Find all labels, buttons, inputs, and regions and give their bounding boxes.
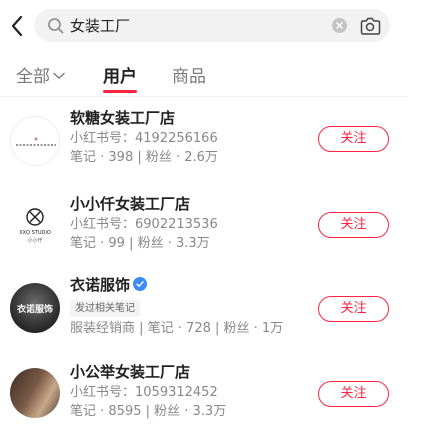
user-result-row[interactable]: 小公举女装工厂店 小红书号：1059312452 笔记 · 8595 | 粉丝 …	[0, 360, 424, 436]
divider	[0, 96, 408, 97]
user-stats: 笔记 · 8595 | 粉丝 · 3.3万	[70, 404, 227, 419]
avatar: XXQ STUDIO 小小仟	[10, 200, 60, 250]
user-id: 小红书号：1059312452	[70, 385, 218, 400]
camera-search-icon[interactable]	[359, 16, 381, 36]
tab-products[interactable]: 商品	[172, 62, 206, 87]
follow-button[interactable]: 关注	[318, 212, 389, 238]
top-bar	[0, 0, 424, 52]
user-result-row[interactable]: 软糖女装工厂店 小红书号：4192256166 笔记 · 398 | 粉丝 · …	[0, 104, 424, 188]
user-result-row[interactable]: XXQ STUDIO 小小仟 小小仟女装工厂店 小红书号：6902213536 …	[0, 190, 424, 274]
follow-button[interactable]: 关注	[318, 381, 389, 407]
related-notes-tag: 发过相关笔记	[70, 300, 140, 317]
tab-all-label: 全部	[16, 67, 50, 87]
tab-users[interactable]: 用户	[103, 62, 137, 93]
user-name: 小小仟女装工厂店	[70, 195, 191, 213]
user-stats: 笔记 · 398 | 粉丝 · 2.6万	[70, 150, 218, 165]
filter-tabs: 全部 用户 商品	[0, 56, 424, 96]
avatar-brand-text: XXQ STUDIO	[19, 230, 51, 236]
verified-badge-icon	[133, 277, 148, 291]
tab-all[interactable]: 全部	[16, 62, 65, 87]
avatar: 衣诺服饰	[10, 283, 60, 333]
user-name-text: 衣诺服饰	[70, 276, 131, 294]
avatar-brand-subtext: 小小仟	[27, 238, 43, 244]
search-icon	[47, 17, 65, 35]
avatar-brand-text: 衣诺服饰	[16, 305, 53, 315]
user-stats: 笔记 · 99 | 粉丝 · 3.3万	[70, 236, 210, 251]
user-id: 小红书号：4192256166	[70, 131, 218, 146]
user-name: 小公举女装工厂店	[70, 363, 191, 381]
avatar	[10, 116, 60, 166]
avatar	[10, 368, 60, 418]
user-result-row[interactable]: 衣诺服饰 衣诺服饰 发过相关笔记 服装经销商 | 笔记 · 728 | 粉丝 ·…	[0, 275, 424, 359]
user-name: 软糖女装工厂店	[70, 109, 176, 127]
user-stats: 服装经销商 | 笔记 · 728 | 粉丝 · 1万	[70, 321, 284, 336]
search-bar[interactable]	[34, 9, 390, 42]
chevron-down-icon	[53, 65, 65, 85]
user-name: 衣诺服饰	[70, 275, 283, 296]
follow-button[interactable]: 关注	[318, 126, 389, 152]
user-id: 小红书号：6902213536	[70, 217, 218, 232]
search-input[interactable]	[70, 12, 320, 39]
clear-search-icon[interactable]	[332, 18, 347, 33]
follow-button[interactable]: 关注	[318, 296, 389, 322]
back-arrow-icon[interactable]	[8, 12, 28, 40]
